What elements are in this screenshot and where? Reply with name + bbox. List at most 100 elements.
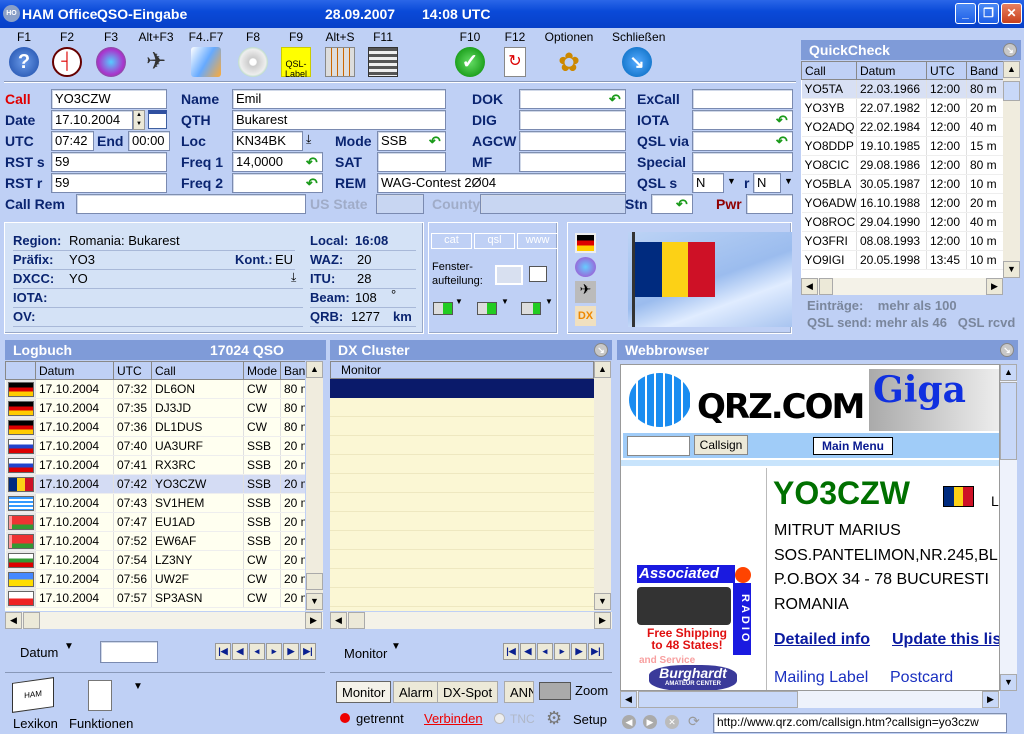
qsl-button[interactable]: qsl [474, 233, 515, 249]
postcard-link[interactable]: Postcard [890, 669, 953, 687]
next-record-button[interactable]: ▸ [554, 643, 570, 660]
table-row[interactable]: YO8DDP 19.10.1985 12:00 15 m [801, 136, 1003, 156]
scroll-right-button[interactable]: ▶ [982, 691, 999, 708]
table-row[interactable]: 17.10.200407:52EW6AFSSB20 m [5, 531, 305, 551]
table-row[interactable]: 17.10.200407:32DL6ONCW80 m [5, 379, 305, 399]
qsl-sent-select[interactable]: N [692, 173, 724, 193]
table-row[interactable]: 17.10.200407:41RX3RCSSB20 m [5, 455, 305, 475]
lookup-arrow-icon[interactable]: ↶ [776, 113, 790, 127]
table-row[interactable]: 17.10.200407:57SP3ASNCW20 m [5, 588, 305, 608]
table-row[interactable]: 17.10.200407:43SV1HEMSSB20 m [5, 493, 305, 513]
first-record-button[interactable]: |◀ [215, 643, 231, 660]
column-header[interactable] [5, 361, 36, 380]
cluster-row[interactable] [330, 493, 594, 512]
sat-input[interactable] [377, 152, 446, 172]
layout-green-3-icon[interactable] [521, 302, 541, 315]
dropdown-arrow-icon[interactable]: ▼ [64, 641, 74, 652]
table-row[interactable]: YO3FRI 08.08.1993 12:00 10 m [801, 231, 1003, 251]
banner-ad[interactable]: Giga [869, 369, 999, 431]
toolbar-button-f3[interactable]: F3 [86, 30, 136, 77]
scroll-left-button[interactable]: ◀ [620, 691, 637, 708]
column-header[interactable]: Band [280, 361, 305, 380]
table-row[interactable]: YO5TA 22.03.1966 12:00 80 m [801, 79, 1003, 99]
scroll-down-button[interactable]: ▼ [1000, 674, 1017, 691]
scroll-left-button[interactable]: ◀ [5, 612, 22, 629]
panel-close-icon[interactable]: ↘ [594, 343, 608, 357]
cluster-row[interactable] [330, 474, 594, 493]
hscroll-thumb[interactable] [348, 612, 365, 629]
next-record-button[interactable]: ▸ [266, 643, 282, 660]
update-list-link[interactable]: Update this list [892, 631, 999, 649]
selected-row[interactable] [330, 379, 594, 398]
toolbar-button-f9[interactable]: F9 QSL-Label [271, 30, 321, 79]
agcw-input[interactable] [519, 131, 626, 151]
column-header[interactable]: Call [801, 61, 857, 80]
setup-button[interactable]: Setup [573, 712, 607, 727]
maximize-button[interactable]: ❐ [978, 3, 999, 24]
toolbar-button-f2[interactable]: F2 ┤ [42, 30, 92, 77]
scroll-up-button[interactable]: ▲ [1000, 364, 1017, 381]
detailed-info-link[interactable]: Detailed info [774, 631, 870, 649]
first-record-button[interactable]: |◀ [503, 643, 519, 660]
callsign-button[interactable]: Callsign [694, 435, 748, 455]
dropdown-arrow-icon[interactable]: ▼ [391, 641, 401, 652]
rstr-input[interactable]: 59 [51, 173, 167, 193]
mf-input[interactable] [519, 152, 626, 172]
dropdown-arrow-icon[interactable]: ▼ [784, 176, 793, 186]
table-row[interactable]: YO2ADQ 22.02.1984 12:00 40 m [801, 117, 1003, 137]
stn-input[interactable]: ↶ [651, 194, 693, 214]
layout-option-1-icon[interactable] [495, 265, 523, 285]
lexikon-book-icon[interactable]: HAM [12, 677, 54, 713]
dropdown-arrow-icon[interactable]: ▼ [727, 176, 736, 186]
connect-link[interactable]: Verbinden [424, 711, 483, 726]
satellite-icon[interactable]: ✈ [575, 281, 596, 303]
table-row[interactable]: YO8CIC 29.08.1986 12:00 80 m [801, 155, 1003, 175]
lookup-arrow-icon[interactable]: ↶ [776, 134, 790, 148]
setup-gear-icon[interactable]: ⚙ [546, 708, 562, 729]
tab-monitor[interactable]: Monitor [336, 681, 392, 703]
last-record-button[interactable]: ▶| [300, 643, 316, 660]
scroll-right-button[interactable]: ▶ [305, 612, 322, 629]
scroll-right-button[interactable]: ▶ [594, 612, 611, 629]
zoom-icon[interactable] [539, 682, 571, 700]
layout-green-1-icon[interactable] [433, 302, 453, 315]
mode-input[interactable]: SSB ↶ [377, 131, 446, 151]
table-row[interactable]: 17.10.200407:35DJ3JDCW80 m [5, 398, 305, 418]
column-header[interactable]: UTC [113, 361, 152, 380]
tab-alarm[interactable]: Alarm [393, 681, 439, 703]
prev-page-button[interactable]: ◀ [232, 643, 248, 660]
dropdown-arrow-icon[interactable]: ▼ [133, 681, 143, 692]
cluster-row[interactable] [330, 417, 594, 436]
dx-sort-select[interactable]: Monitor [344, 646, 387, 661]
table-row[interactable]: YO5BLA 30.05.1987 12:00 10 m [801, 174, 1003, 194]
column-header[interactable]: Band [966, 61, 1003, 80]
loc-input[interactable]: KN34BK [232, 131, 303, 151]
scroll-up-button[interactable]: ▲ [1003, 61, 1020, 78]
main-menu-link[interactable]: Main Menu [813, 437, 893, 455]
dig-input[interactable] [519, 110, 626, 130]
lookup-arrow-icon[interactable]: ↶ [609, 92, 623, 106]
rem-input[interactable]: WAG-Contest 2Ø04 [377, 173, 626, 193]
functions-button[interactable]: Funktionen [69, 716, 133, 731]
back-icon[interactable]: ◀ [622, 715, 636, 729]
scroll-down-button[interactable]: ▼ [594, 593, 611, 610]
calendar-icon[interactable] [148, 110, 167, 129]
zoom-button[interactable]: Zoom [575, 683, 608, 698]
scroll-up-button[interactable]: ▲ [594, 361, 611, 378]
layout-option-2-icon[interactable] [529, 266, 547, 282]
lookup-arrow-icon[interactable]: ↶ [429, 134, 443, 148]
table-row[interactable]: 17.10.200407:56UW2FCW20 m [5, 569, 305, 589]
cat-button[interactable]: cat [431, 233, 472, 249]
tnc-radio[interactable] [494, 713, 505, 724]
qsl-received-select[interactable]: N [753, 173, 781, 193]
utc-input[interactable]: 07:42 [51, 131, 94, 151]
prev-record-button[interactable]: ◂ [537, 643, 553, 660]
functions-doc-icon[interactable] [88, 680, 112, 711]
toolbar-button-optionen[interactable]: Optionen ✿ [544, 30, 594, 77]
table-row[interactable]: 17.10.200407:42YO3CZWSSB20 m [5, 474, 305, 494]
qth-input[interactable]: Bukarest [232, 110, 446, 130]
column-header[interactable]: Call [151, 361, 244, 380]
freq1-input[interactable]: 14,0000 ↶ [232, 152, 323, 172]
download-icon[interactable]: ⤓ [291, 270, 296, 285]
table-row[interactable]: 17.10.200407:36DL1DUSCW80 m [5, 417, 305, 437]
